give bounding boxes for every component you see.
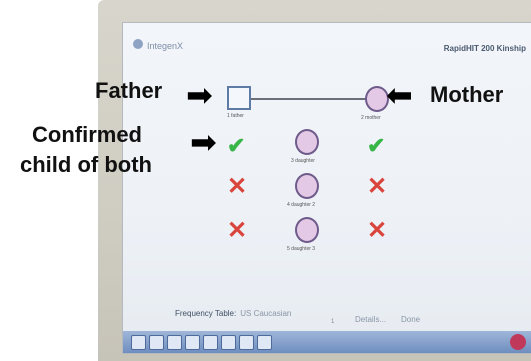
child-node-3[interactable] — [295, 217, 319, 243]
taskbar-app-icon-6[interactable] — [221, 335, 236, 350]
father-result-2-cross-icon: ✕ — [227, 173, 248, 200]
taskbar-app-icon-8[interactable] — [257, 335, 272, 350]
device-screen: IntegenX RapidHIT 200 Kinship 1 father 2… — [122, 22, 531, 354]
frequency-table-value[interactable]: US Caucasian — [240, 309, 291, 318]
mother-result-1-check-icon: ✔ — [367, 133, 386, 158]
screen-title: RapidHIT 200 Kinship — [443, 44, 526, 53]
father-annotation: Father — [95, 78, 163, 103]
parent-connector-line — [247, 98, 367, 100]
child-node-label-2: 4 daughter 2 — [287, 202, 316, 208]
mother-result-2-cross-icon: ✕ — [367, 173, 388, 200]
child-annotation-line2: child of both — [20, 152, 152, 177]
brand-name: IntegenX — [147, 41, 184, 51]
brand-logo-icon — [133, 39, 143, 49]
child-node-label-1: 3 daughter — [291, 158, 315, 164]
taskbar-app-icon-5[interactable] — [203, 335, 218, 350]
frequency-table: Frequency Table: US Caucasian — [175, 309, 291, 318]
child-node-1[interactable] — [295, 129, 319, 155]
done-button[interactable]: Done — [401, 315, 420, 324]
arrow-right-icon-child: ➡ — [190, 124, 217, 160]
taskbar-app-icon-3[interactable] — [167, 335, 182, 350]
taskbar — [123, 331, 531, 353]
father-result-3-cross-icon: ✕ — [227, 217, 248, 244]
child-node-2[interactable] — [295, 173, 319, 199]
taskbar-app-icon-2[interactable] — [149, 335, 164, 350]
arrow-right-icon-father: ➡ — [186, 77, 213, 113]
father-node-label: 1 father — [227, 113, 244, 119]
arrow-left-icon-mother: ⬅ — [386, 77, 413, 113]
taskbar-app-icon-4[interactable] — [185, 335, 200, 350]
taskbar-app-icon-7[interactable] — [239, 335, 254, 350]
mother-annotation: Mother — [430, 82, 504, 107]
power-icon[interactable] — [510, 334, 526, 350]
mother-result-3-cross-icon: ✕ — [367, 217, 388, 244]
page-number: 1 — [331, 319, 335, 325]
child-node-label-3: 5 daughter 3 — [287, 246, 316, 252]
father-result-1-check-icon: ✔ — [227, 133, 246, 158]
child-annotation-line1: Confirmed — [32, 122, 142, 147]
frequency-table-label: Frequency Table: — [175, 309, 237, 318]
father-node[interactable] — [227, 86, 251, 110]
taskbar-app-icon-1[interactable] — [131, 335, 146, 350]
mother-node-label: 2 mother — [361, 115, 381, 121]
details-button[interactable]: Details... — [355, 315, 386, 324]
